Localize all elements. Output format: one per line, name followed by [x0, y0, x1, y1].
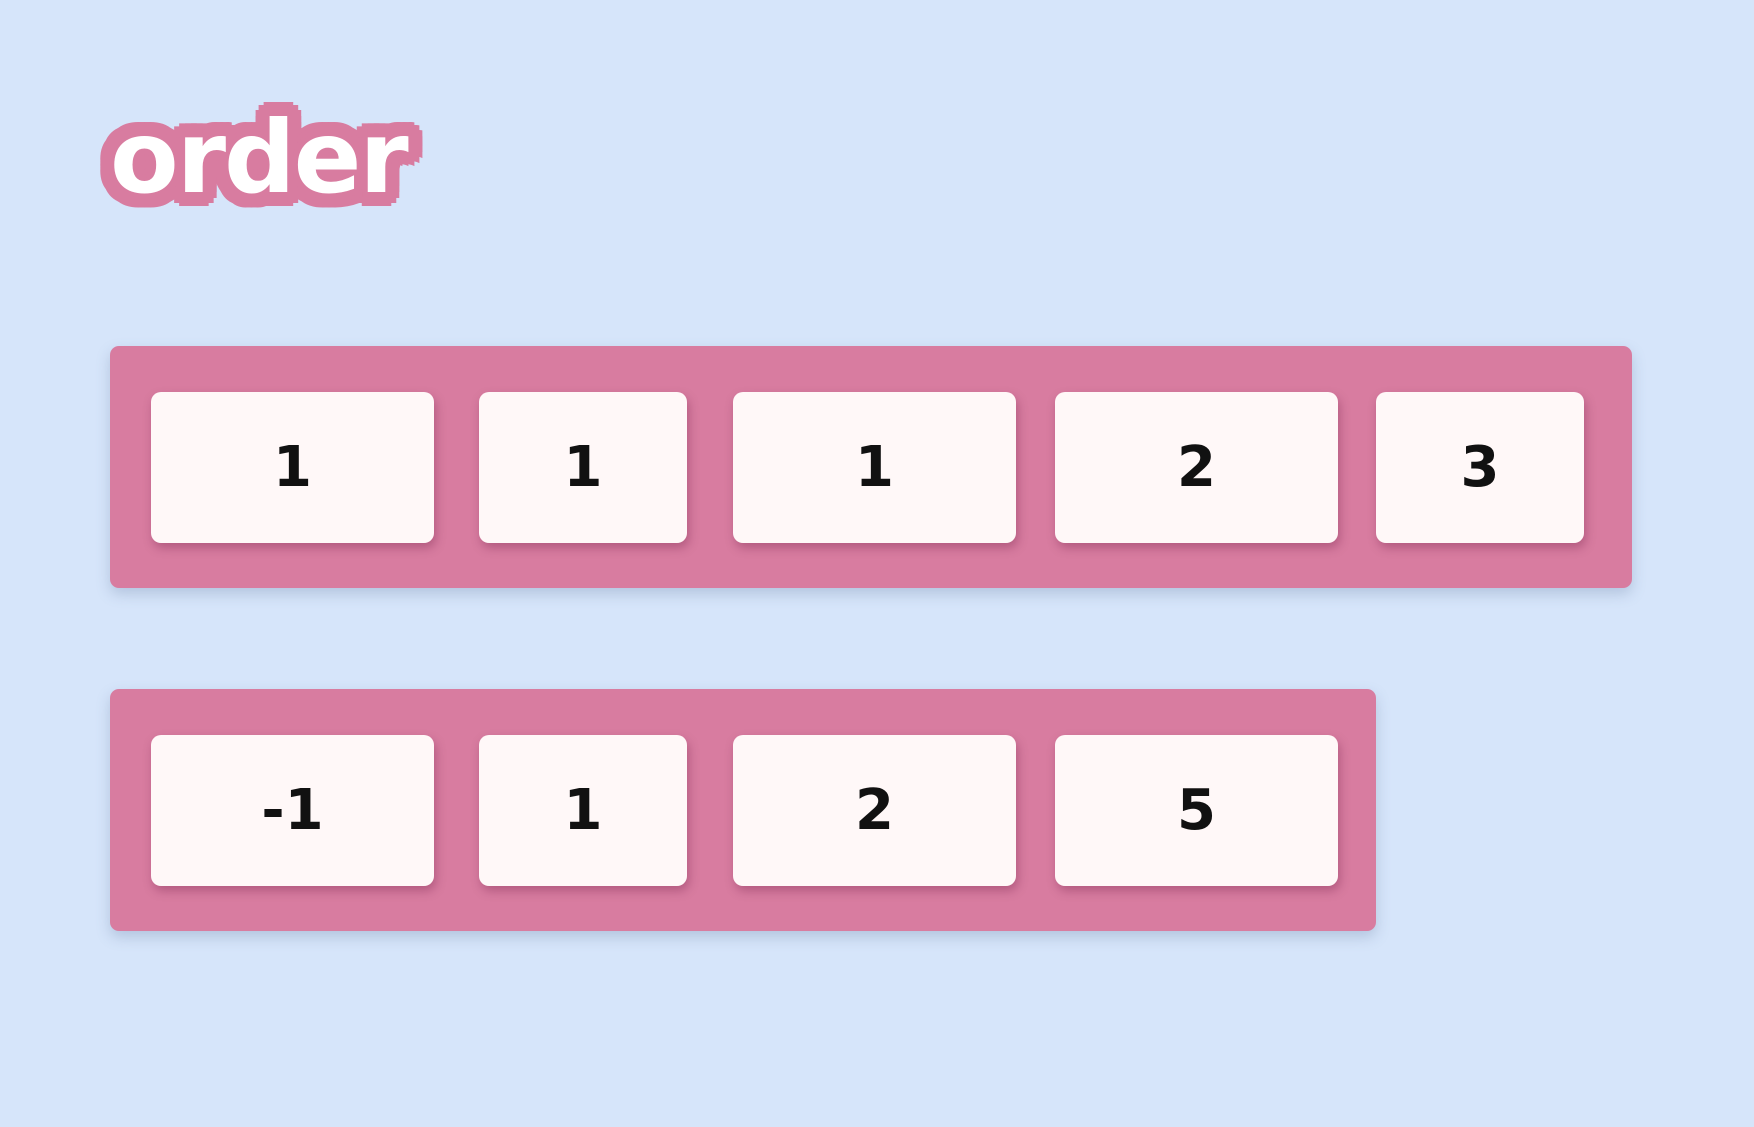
page-title: order — [110, 99, 409, 216]
flex-container-2: -1 1 2 5 — [110, 689, 1376, 931]
flex-item: 1 — [151, 392, 434, 543]
flex-item: 3 — [1376, 392, 1584, 543]
flex-item: 1 — [479, 735, 687, 886]
flex-item: 1 — [733, 392, 1016, 543]
flex-item: -1 — [151, 735, 434, 886]
flex-container-1: 1 1 1 2 3 — [110, 346, 1632, 588]
flex-item: 1 — [479, 392, 687, 543]
flex-item: 5 — [1055, 735, 1338, 886]
flex-item: 2 — [733, 735, 1016, 886]
flex-item: 2 — [1055, 392, 1338, 543]
